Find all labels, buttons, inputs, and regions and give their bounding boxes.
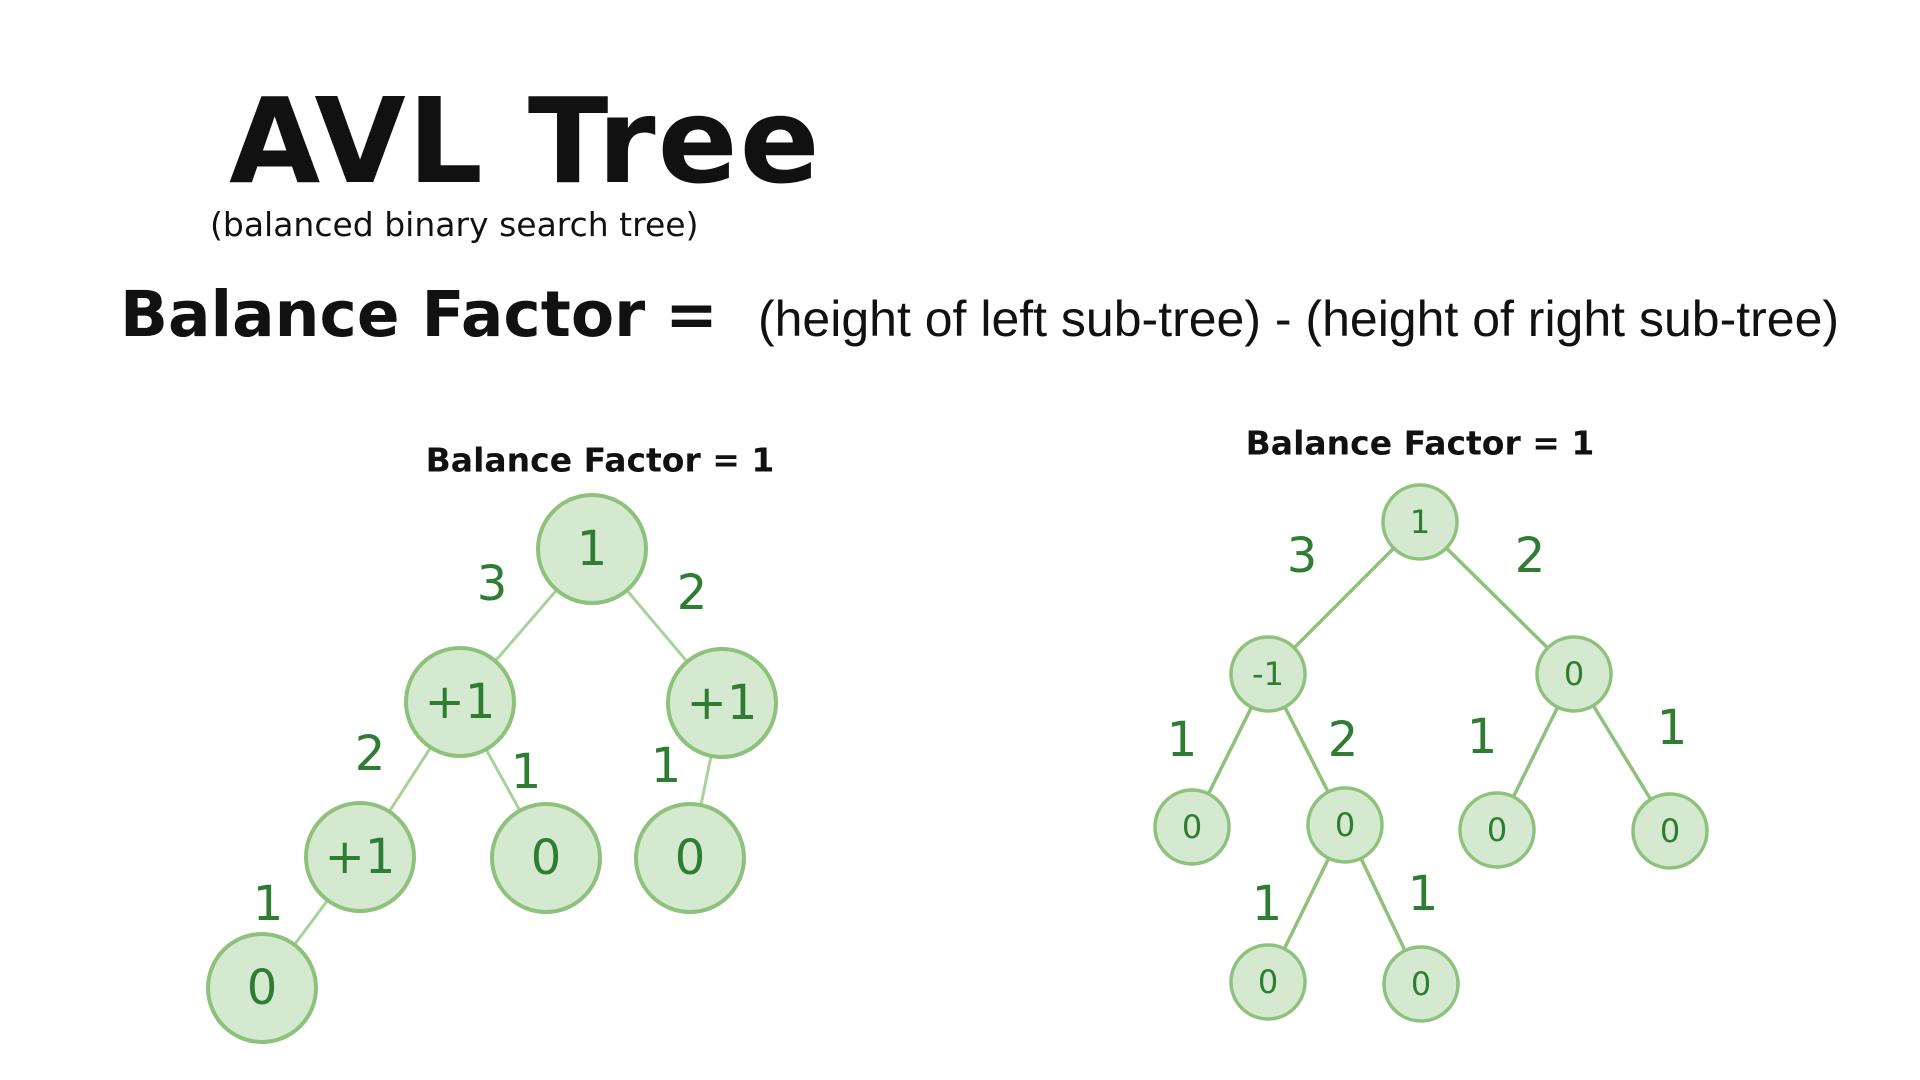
right-tree-node-a: 1: [1381, 483, 1459, 561]
left-tree-subtree-height-label: 1: [651, 738, 682, 794]
right-tree-subtree-height-label: 1: [1467, 709, 1498, 765]
node-balance-factor: 1: [577, 521, 608, 577]
right-tree-node-d: 0: [1153, 788, 1231, 866]
left-tree-node-b: +1: [404, 646, 516, 758]
left-tree-node-f: 0: [634, 802, 746, 914]
node-balance-factor: 0: [531, 830, 562, 886]
right-tree-subtree-height-label: 2: [1515, 528, 1546, 584]
right-tree-subtree-height-label: 3: [1287, 528, 1318, 584]
node-balance-factor: -1: [1252, 655, 1284, 693]
left-tree-subtree-height-label: 2: [355, 726, 386, 782]
node-balance-factor: +1: [425, 674, 496, 730]
left-tree-node-c: +1: [666, 647, 778, 759]
left-tree-node-g: 0: [206, 932, 318, 1044]
right-avl-tree: Balance Factor = 1 3 2 1 2 1 1 1 1 1 -1 0 0 0 0 0 0 0: [1153, 424, 1709, 1023]
right-tree-subtree-height-label: 1: [1167, 712, 1198, 768]
left-tree-node-a: 1: [536, 493, 648, 605]
node-balance-factor: 0: [1564, 655, 1584, 693]
left-tree-subtree-height-label: 1: [253, 876, 284, 932]
right-tree-node-h: 0: [1229, 943, 1307, 1021]
left-tree-subtree-height-label: 1: [511, 744, 542, 800]
right-tree-node-f: 0: [1458, 791, 1536, 869]
right-tree-subtree-height-label: 1: [1657, 700, 1688, 756]
left-tree-subtree-height-label: 3: [477, 556, 508, 612]
right-tree-subtree-height-label: 1: [1252, 876, 1283, 932]
node-balance-factor: 1: [1410, 503, 1430, 541]
node-balance-factor: 0: [1182, 808, 1202, 846]
left-avl-tree: Balance Factor = 1 3 22 1 111+1 +1+1 0 00: [206, 441, 778, 1044]
right-tree-node-i: 0: [1382, 945, 1460, 1023]
left-tree-subtree-height-label: 2: [677, 565, 708, 621]
right-tree-subtree-height-label: 1: [1408, 866, 1439, 922]
node-balance-factor: 0: [675, 830, 706, 886]
right-tree-subtree-height-label: 2: [1328, 712, 1359, 768]
right-tree-node-c: 0: [1535, 635, 1613, 713]
node-balance-factor: 0: [1258, 963, 1278, 1001]
node-balance-factor: 0: [1487, 811, 1507, 849]
left-tree-title: Balance Factor = 1: [426, 441, 775, 480]
node-balance-factor: 0: [1660, 812, 1680, 850]
node-balance-factor: +1: [687, 675, 758, 731]
avl-tree-diagrams: Balance Factor = 1 3 22 1 111+1 +1+1 0 00 Bala…: [206, 424, 1709, 1044]
right-tree-node-e: 0: [1306, 786, 1384, 864]
left-tree-node-e: 0: [490, 802, 602, 914]
node-balance-factor: 0: [1335, 806, 1355, 844]
right-tree-node-b: -1: [1229, 635, 1307, 713]
left-tree-node-d: +1: [304, 801, 416, 913]
node-balance-factor: 0: [247, 960, 278, 1016]
right-tree-node-g: 0: [1631, 792, 1709, 870]
node-balance-factor: +1: [325, 829, 396, 885]
right-tree-title: Balance Factor = 1: [1246, 424, 1595, 463]
node-balance-factor: 0: [1411, 965, 1431, 1003]
page: AVL Tree (balanced binary search tree) B…: [0, 0, 1920, 1080]
